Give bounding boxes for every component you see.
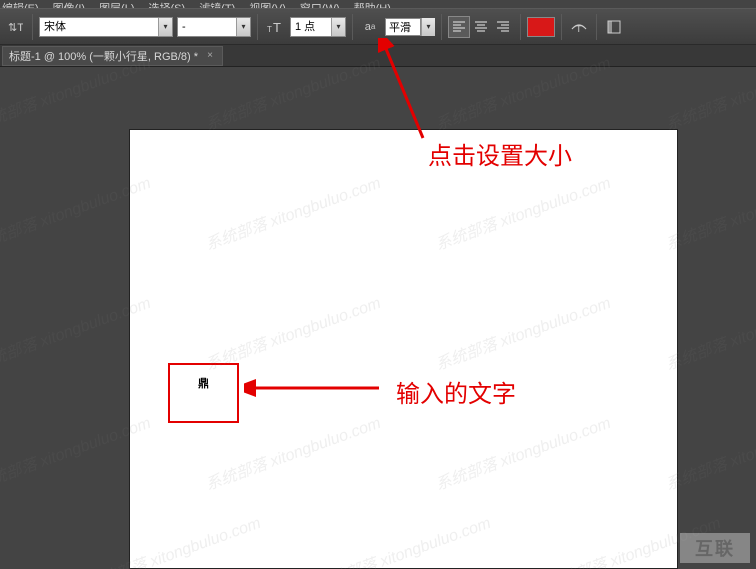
document-canvas[interactable]: 鼎 — [129, 129, 678, 569]
document-tab-title: 标题-1 @ 100% (一颗小行星, RGB/8) * — [9, 48, 198, 64]
divider — [520, 14, 521, 40]
panel-toggle-button[interactable] — [603, 16, 625, 38]
align-right-button[interactable] — [492, 16, 514, 38]
menu-image[interactable]: 图像(I) — [53, 0, 85, 8]
chevron-down-icon[interactable]: ▾ — [236, 18, 250, 36]
font-style-value: - — [178, 18, 236, 36]
text-orientation-button[interactable]: ⇅T — [4, 16, 26, 38]
text-options-toolbar: ⇅T 宋体 ▾ - ▾ TT 1 点 ▾ aa 平滑 ▾ T — [0, 8, 756, 45]
antialias-icon: aa — [359, 16, 381, 38]
align-left-button[interactable] — [448, 16, 470, 38]
menu-view[interactable]: 视图(V) — [249, 0, 286, 8]
menu-edit[interactable]: 编辑(E) — [2, 0, 39, 8]
font-style-dropdown[interactable]: - ▾ — [177, 17, 251, 37]
menu-layer[interactable]: 图层(L) — [99, 0, 134, 8]
divider — [257, 14, 258, 40]
chevron-down-icon[interactable]: ▾ — [421, 18, 435, 36]
text-color-swatch[interactable] — [527, 17, 555, 37]
divider — [352, 14, 353, 40]
font-family-dropdown[interactable]: 宋体 ▾ — [39, 17, 173, 37]
document-tab[interactable]: 标题-1 @ 100% (一颗小行星, RGB/8) * × — [2, 46, 223, 66]
font-size-value: 1 点 — [291, 18, 331, 36]
font-family-value: 宋体 — [40, 18, 158, 36]
svg-text:T: T — [267, 25, 272, 34]
text-align-group — [448, 16, 514, 38]
divider — [441, 14, 442, 40]
menu-help[interactable]: 帮助(H) — [354, 0, 391, 8]
menubar: 编辑(E) 图像(I) 图层(L) 选择(S) 滤镜(T) 视图(V) 窗口(W… — [0, 0, 756, 8]
font-size-dropdown[interactable]: 1 点 ▾ — [290, 17, 346, 37]
svg-text:⇅T: ⇅T — [8, 22, 23, 34]
text-input-box[interactable]: 鼎 — [168, 363, 239, 423]
close-icon[interactable]: × — [204, 50, 216, 62]
antialias-value: 平滑 — [385, 18, 421, 36]
document-tab-bar: 标题-1 @ 100% (一颗小行星, RGB/8) * × — [0, 45, 756, 67]
text-box-content: 鼎 — [198, 375, 209, 391]
svg-text:T: T — [273, 20, 281, 35]
divider — [561, 14, 562, 40]
menu-select[interactable]: 选择(S) — [149, 0, 186, 8]
divider — [32, 14, 33, 40]
chevron-down-icon[interactable]: ▾ — [158, 18, 172, 36]
menu-window[interactable]: 窗口(W) — [300, 0, 340, 8]
corner-watermark: 互联 — [680, 533, 750, 563]
font-size-icon: TT — [264, 16, 286, 38]
menu-filter[interactable]: 滤镜(T) — [199, 0, 235, 8]
warp-text-button[interactable]: T — [568, 16, 590, 38]
canvas-area: 鼎 — [0, 67, 756, 569]
svg-text:T: T — [576, 24, 582, 34]
align-center-button[interactable] — [470, 16, 492, 38]
chevron-down-icon[interactable]: ▾ — [331, 18, 345, 36]
antialias-dropdown[interactable]: 平滑 ▾ — [385, 17, 435, 37]
divider — [596, 14, 597, 40]
